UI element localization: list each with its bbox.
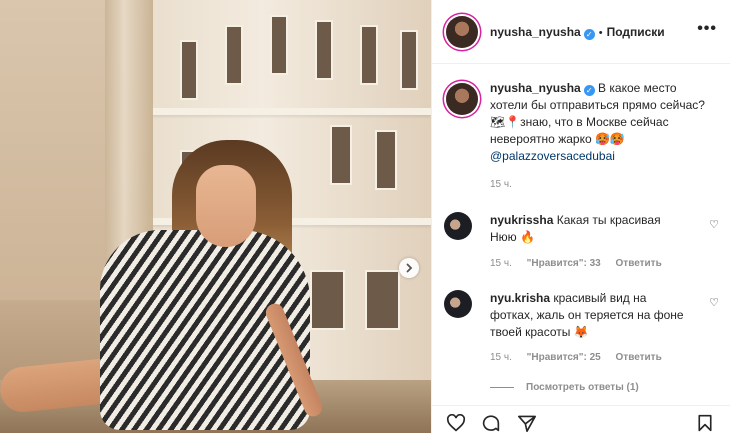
- background-building-left: [0, 0, 120, 300]
- comment-username[interactable]: nyukrissha: [490, 213, 553, 227]
- paper-plane-icon[interactable]: [517, 414, 537, 432]
- follow-status-button[interactable]: Подписки: [607, 25, 665, 39]
- comment-likes-count[interactable]: "Нравится": 25: [527, 352, 601, 363]
- post-side-panel: nyusha_nyusha ✓ • Подписки ••• nyusha_nyush…: [431, 0, 730, 433]
- caption-timestamp[interactable]: 15 ч.: [490, 179, 512, 190]
- comment-like-heart-icon[interactable]: ♡: [709, 218, 719, 231]
- verified-badge-icon: ✓: [583, 29, 595, 40]
- author-avatar[interactable]: [446, 16, 478, 48]
- comment-timestamp[interactable]: 15 ч.: [490, 258, 512, 269]
- comment-username[interactable]: nyu.krisha: [490, 291, 550, 305]
- view-replies-button[interactable]: Посмотреть ответы (1): [490, 382, 639, 393]
- separator-dot: •: [598, 27, 603, 39]
- next-photo-button[interactable]: [399, 258, 419, 278]
- more-options-icon[interactable]: •••: [697, 20, 717, 38]
- post-actions-bar: [432, 405, 730, 433]
- replies-divider-line: [490, 386, 514, 388]
- comment-bubble-icon[interactable]: [481, 414, 501, 432]
- heart-icon[interactable]: [446, 414, 466, 432]
- verified-badge-icon: ✓: [583, 85, 595, 96]
- chevron-right-icon: [406, 263, 413, 273]
- comment-avatar[interactable]: [444, 290, 472, 318]
- location-tag-link[interactable]: @palazzoversacedubai: [490, 149, 615, 163]
- caption-author-avatar[interactable]: [446, 83, 478, 115]
- bookmark-icon[interactable]: [696, 414, 714, 432]
- comment-avatar[interactable]: [444, 212, 472, 240]
- comment-likes-count[interactable]: "Нравится": 33: [527, 258, 601, 269]
- author-username[interactable]: nyusha_nyusha: [490, 25, 581, 39]
- comment-like-heart-icon[interactable]: ♡: [709, 296, 719, 309]
- post-photo[interactable]: [0, 0, 431, 433]
- comment-timestamp[interactable]: 15 ч.: [490, 352, 512, 363]
- view-replies-label: Посмотреть ответы (1): [526, 382, 639, 393]
- caption-author-username[interactable]: nyusha_nyusha: [490, 81, 581, 95]
- comment-reply-button[interactable]: Ответить: [616, 258, 662, 269]
- comment-reply-button[interactable]: Ответить: [616, 352, 662, 363]
- post-header: nyusha_nyusha ✓ • Подписки •••: [432, 0, 730, 64]
- model-face: [196, 165, 256, 247]
